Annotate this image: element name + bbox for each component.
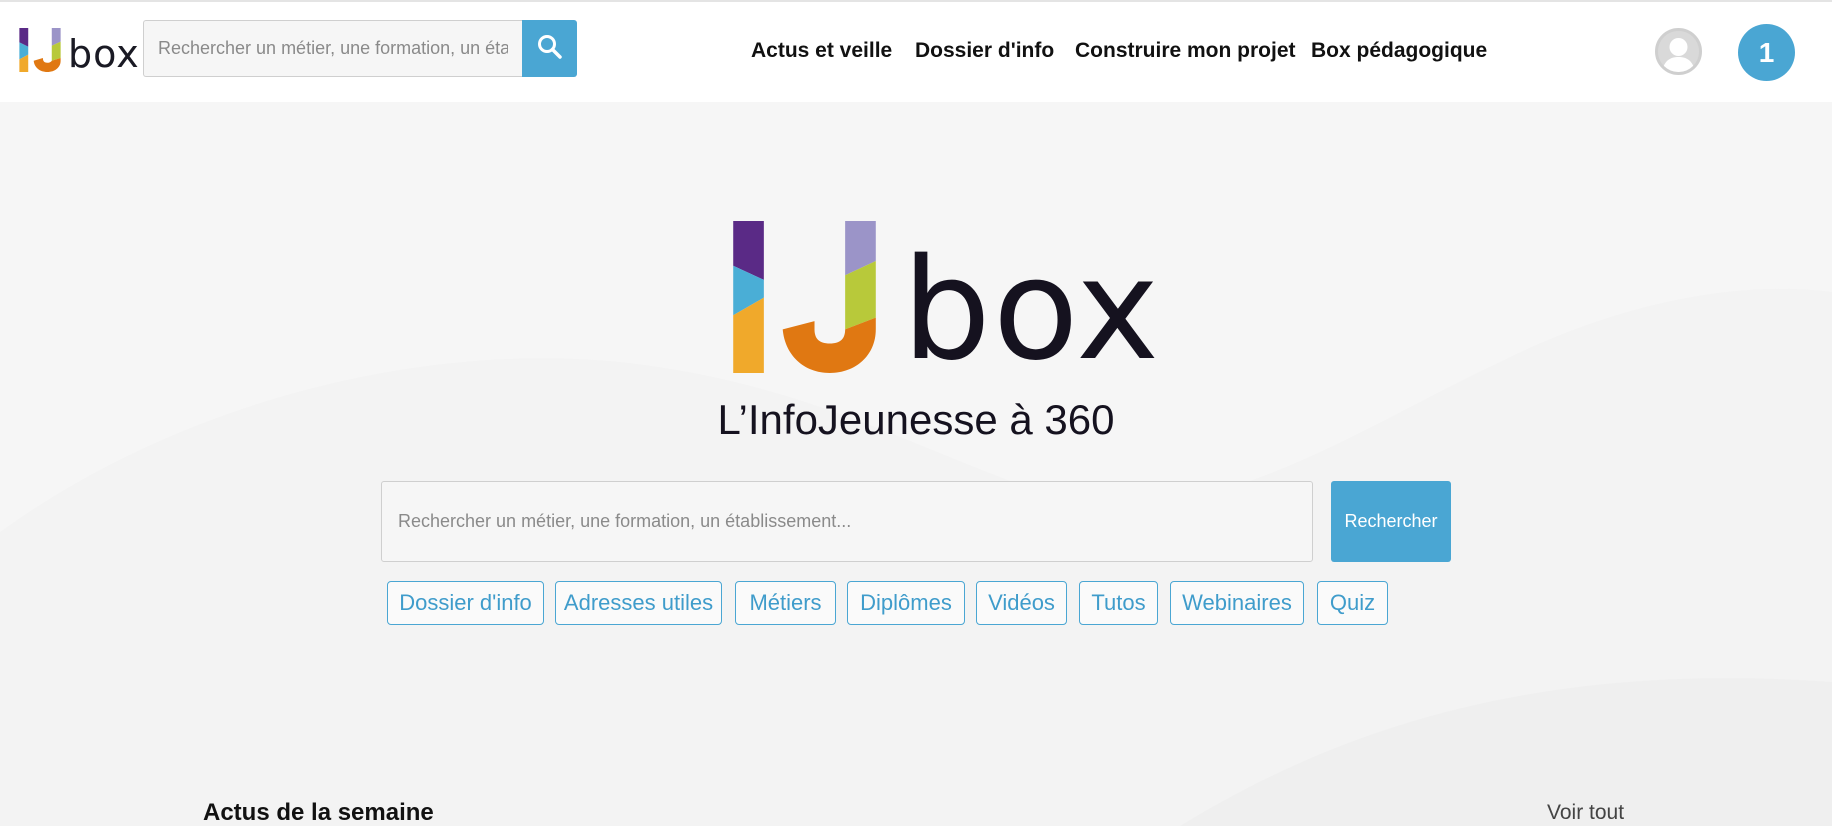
hero-logo: box [732, 221, 1159, 381]
hero-search-input[interactable] [381, 481, 1313, 562]
nav-box-pedagogique[interactable]: Box pédagogique [1311, 38, 1487, 64]
hero-logo-wordmark: box [902, 229, 1162, 392]
chip-videos[interactable]: Vidéos [976, 581, 1067, 625]
news-section-title: Actus de la semaine [203, 799, 434, 826]
chip-diplomes[interactable]: Diplômes [847, 581, 965, 625]
ij-logo-mark-large [733, 221, 876, 373]
nav-actus-et-veille[interactable]: Actus et veille [751, 38, 892, 64]
logo-wordmark: box [68, 32, 140, 76]
nav-dossier-info[interactable]: Dossier d'info [915, 38, 1054, 64]
chip-adresses-utiles[interactable]: Adresses utiles [555, 581, 722, 625]
user-avatar[interactable] [1655, 28, 1702, 75]
hero-search-button[interactable]: Rechercher [1331, 481, 1451, 562]
header-search-input[interactable] [143, 20, 522, 77]
nav-construire-mon-projet[interactable]: Construire mon projet [1075, 38, 1296, 64]
hero-background [0, 102, 1832, 826]
user-silhouette-icon [1658, 31, 1699, 72]
see-all-link[interactable]: Voir tout [1547, 801, 1624, 825]
top-header: box Actus et veille Dossier d'info Const… [0, 0, 1832, 102]
chip-webinaires[interactable]: Webinaires [1170, 581, 1304, 625]
chip-metiers[interactable]: Métiers [735, 581, 836, 625]
notification-badge[interactable]: 1 [1738, 24, 1795, 81]
chip-quiz[interactable]: Quiz [1317, 581, 1388, 625]
header-search-button[interactable] [522, 20, 577, 77]
ij-logo-mark [19, 28, 61, 72]
brand-logo[interactable]: box [18, 28, 139, 78]
chip-tutos[interactable]: Tutos [1079, 581, 1158, 625]
search-icon [538, 35, 562, 59]
hero-tagline: L’InfoJeunesse à 360 [717, 396, 1115, 443]
chip-dossier-info[interactable]: Dossier d'info [387, 581, 544, 625]
